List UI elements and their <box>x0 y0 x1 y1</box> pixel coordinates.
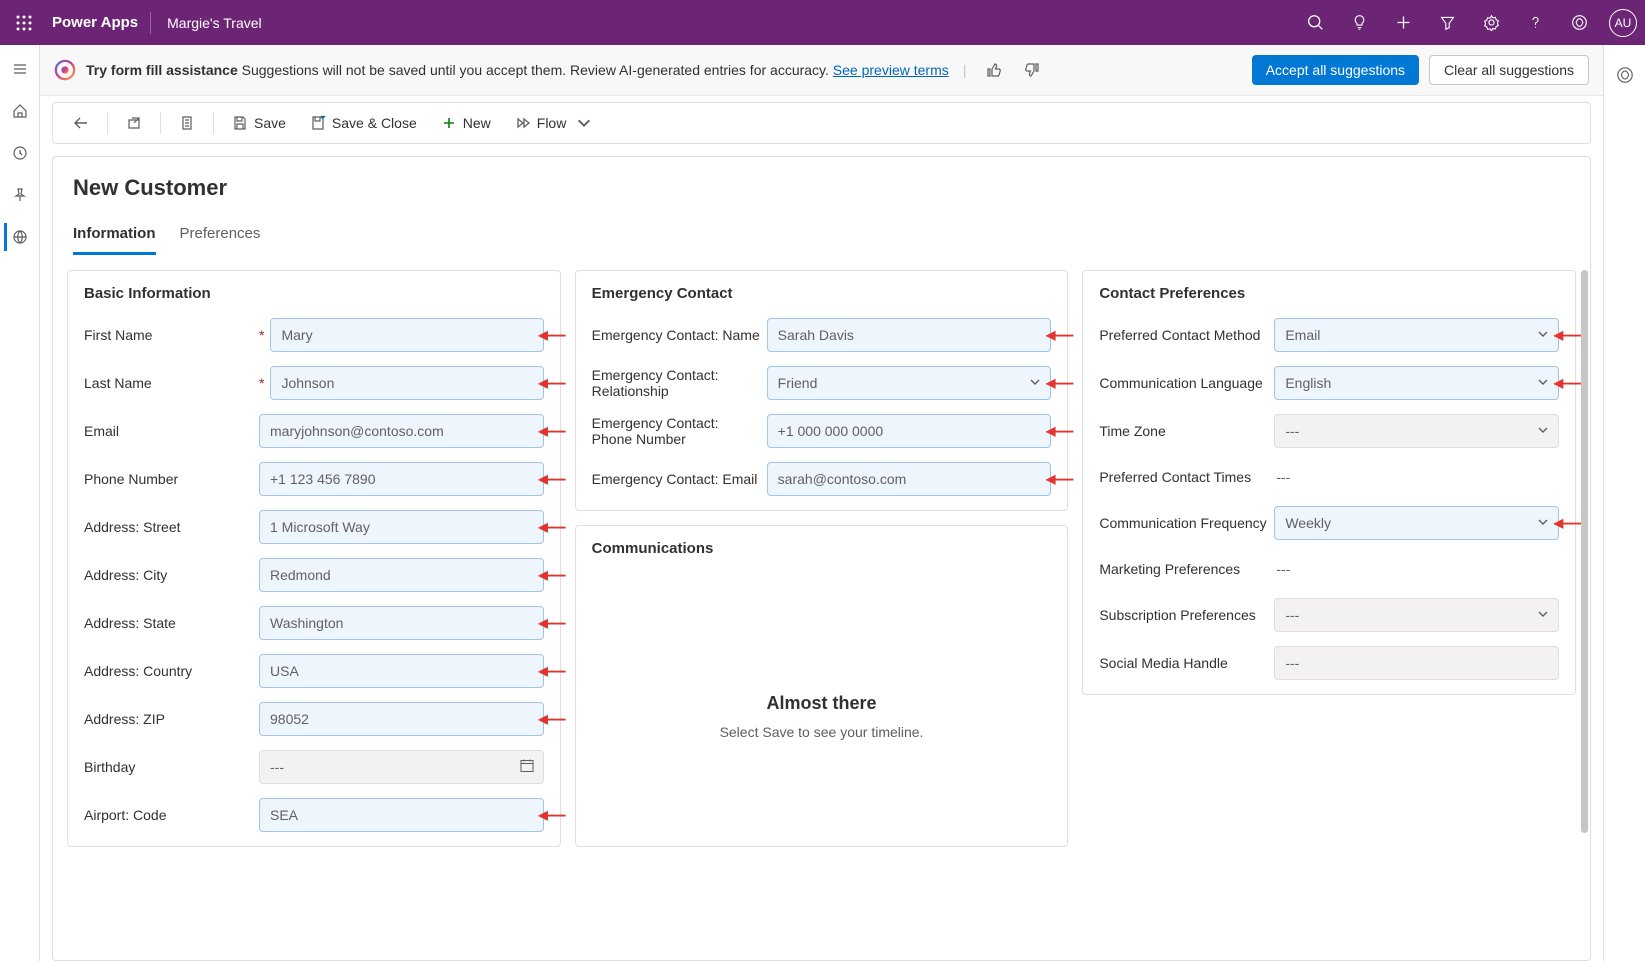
copilot-sidebar <box>1603 45 1645 961</box>
suggestion-arrow-icon: ◂— <box>1046 469 1073 490</box>
suggestion-arrow-icon: ◂— <box>1046 325 1073 346</box>
settings-icon[interactable] <box>1471 3 1511 43</box>
birthday-input[interactable] <box>259 750 544 784</box>
form-tabs: Information Preferences <box>53 225 1590 256</box>
state-input[interactable] <box>259 606 544 640</box>
recent-icon[interactable] <box>6 139 34 167</box>
save-close-button[interactable]: Save & Close <box>300 109 427 137</box>
suggestion-arrow-icon: ◂— <box>539 469 566 490</box>
suggestion-arrow-icon: ◂— <box>539 805 566 826</box>
language-select[interactable] <box>1274 366 1559 400</box>
accept-all-button[interactable]: Accept all suggestions <box>1252 55 1419 85</box>
thumbs-down-icon[interactable] <box>1018 56 1046 84</box>
copilot-sparkle-icon <box>54 59 76 81</box>
subscription-select[interactable] <box>1274 598 1559 632</box>
preview-terms-link[interactable]: See preview terms <box>833 62 949 78</box>
suggestion-arrow-icon: ◂— <box>539 325 566 346</box>
required-indicator: * <box>259 375 270 391</box>
street-input[interactable] <box>259 510 544 544</box>
section-emergency-contact: Emergency Contact Emergency Contact: Nam… <box>575 270 1069 511</box>
open-new-window-button[interactable] <box>116 109 152 137</box>
marketing-text[interactable]: --- <box>1274 554 1559 584</box>
suggestion-arrow-icon: ◂— <box>539 565 566 586</box>
first-name-input[interactable] <box>270 318 543 352</box>
airport-input[interactable] <box>259 798 544 832</box>
banner-text: Try form fill assistance Suggestions wil… <box>86 62 949 78</box>
ec-email-input[interactable] <box>767 462 1052 496</box>
suggestion-arrow-icon: ◂— <box>1554 513 1581 534</box>
environment-name[interactable]: Margie's Travel <box>151 15 261 31</box>
record-title: New Customer <box>73 175 1570 201</box>
section-communications: Communications Almost there Select Save … <box>575 525 1069 847</box>
back-button[interactable] <box>63 109 99 137</box>
suggestion-arrow-icon: ◂— <box>539 661 566 682</box>
ec-phone-input[interactable] <box>767 414 1052 448</box>
home-icon[interactable] <box>6 97 34 125</box>
nav-collapse-icon[interactable] <box>6 55 34 83</box>
section-contact-preferences: Contact Preferences Preferred Contact Me… <box>1082 270 1576 695</box>
suggestion-arrow-icon: ◂— <box>539 421 566 442</box>
left-nav-rail <box>0 45 40 961</box>
command-bar: Save Save & Close New Flow <box>52 102 1591 144</box>
search-icon[interactable] <box>1295 3 1335 43</box>
new-button[interactable]: New <box>431 109 501 137</box>
tab-preferences[interactable]: Preferences <box>180 225 261 255</box>
email-input[interactable] <box>259 414 544 448</box>
timeline-empty-title: Almost there <box>612 693 1032 714</box>
save-button[interactable]: Save <box>222 109 296 137</box>
ec-name-input[interactable] <box>767 318 1052 352</box>
add-icon[interactable] <box>1383 3 1423 43</box>
tab-information[interactable]: Information <box>73 225 156 255</box>
contact-method-select[interactable] <box>1274 318 1559 352</box>
flow-button[interactable]: Flow <box>505 109 603 137</box>
entity-icon[interactable] <box>4 223 32 251</box>
social-input[interactable] <box>1274 646 1559 680</box>
suggestion-arrow-icon: ◂— <box>1554 373 1581 394</box>
lightbulb-icon[interactable] <box>1339 3 1379 43</box>
thumbs-up-icon[interactable] <box>980 56 1008 84</box>
last-name-input[interactable] <box>270 366 543 400</box>
contact-times-text[interactable]: --- <box>1274 462 1559 492</box>
copilot-icon[interactable] <box>1559 3 1599 43</box>
ai-suggestion-banner: Try form fill assistance Suggestions wil… <box>40 45 1603 96</box>
suggestion-arrow-icon: ◂— <box>1046 373 1073 394</box>
phone-input[interactable] <box>259 462 544 496</box>
copilot-toggle-icon[interactable] <box>1611 61 1639 89</box>
section-basic-information: Basic Information First Name * ◂— Last N… <box>67 270 561 847</box>
timeline-empty-subtitle: Select Save to see your timeline. <box>612 724 1032 740</box>
country-input[interactable] <box>259 654 544 688</box>
suggestion-arrow-icon: ◂— <box>1046 421 1073 442</box>
app-title: Power Apps <box>40 12 151 34</box>
top-bar: Power Apps Margie's Travel AU <box>0 0 1645 45</box>
frequency-select[interactable] <box>1274 506 1559 540</box>
scrollbar[interactable] <box>1581 270 1588 833</box>
suggestion-arrow-icon: ◂— <box>539 517 566 538</box>
required-indicator: * <box>259 327 270 343</box>
suggestion-arrow-icon: ◂— <box>539 613 566 634</box>
suggestion-arrow-icon: ◂— <box>539 709 566 730</box>
checklist-button[interactable] <box>169 109 205 137</box>
user-avatar[interactable]: AU <box>1609 9 1637 37</box>
zip-input[interactable] <box>259 702 544 736</box>
app-launcher[interactable] <box>8 7 40 39</box>
timezone-select[interactable] <box>1274 414 1559 448</box>
ec-relationship-select[interactable] <box>767 366 1052 400</box>
filter-icon[interactable] <box>1427 3 1467 43</box>
clear-all-button[interactable]: Clear all suggestions <box>1429 55 1589 85</box>
help-icon[interactable] <box>1515 3 1555 43</box>
city-input[interactable] <box>259 558 544 592</box>
suggestion-arrow-icon: ◂— <box>539 373 566 394</box>
suggestion-arrow-icon: ◂— <box>1554 325 1581 346</box>
pinned-icon[interactable] <box>6 181 34 209</box>
